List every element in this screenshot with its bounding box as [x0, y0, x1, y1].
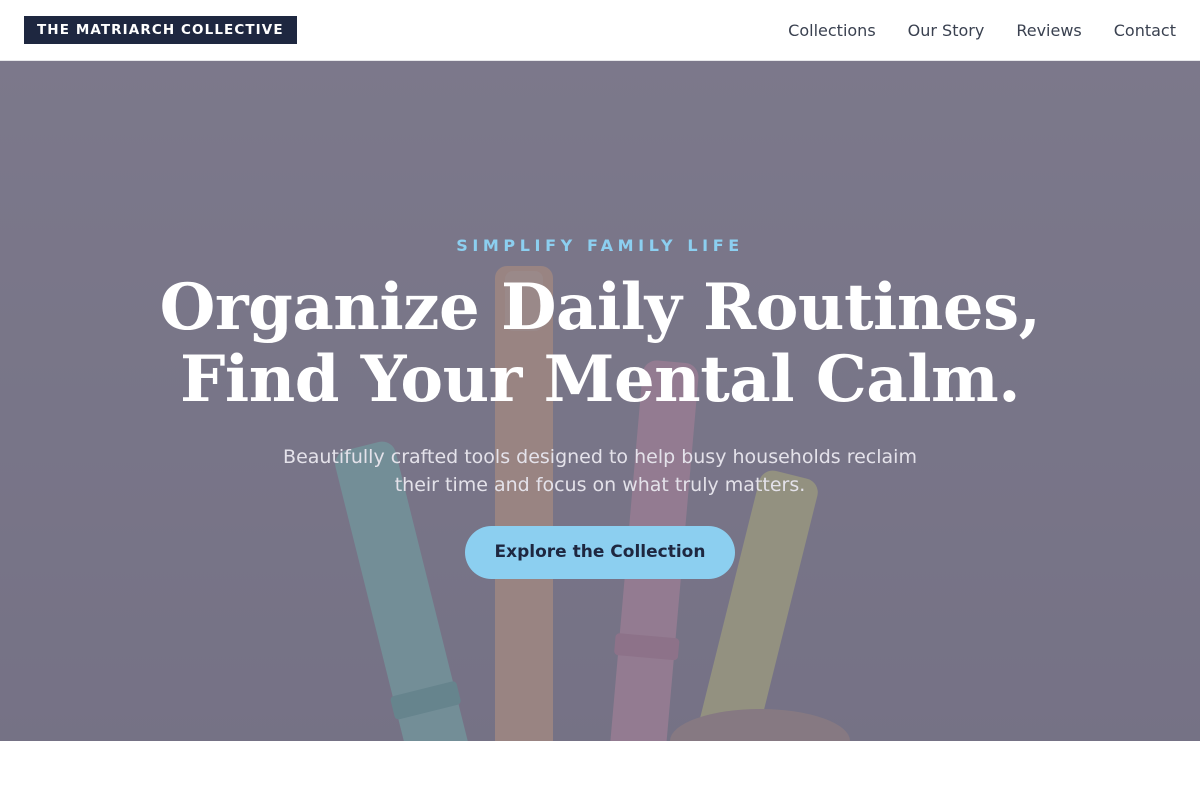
- hero-content: SIMPLIFY FAMILY LIFE Organize Daily Rout…: [0, 61, 1200, 741]
- next-section: [0, 741, 1200, 800]
- explore-collection-button[interactable]: Explore the Collection: [465, 526, 735, 579]
- hero-subtitle: Beautifully crafted tools designed to he…: [270, 443, 930, 499]
- nav-reviews[interactable]: Reviews: [1016, 21, 1081, 40]
- hero-headline: Organize Daily Routines, Find Your Menta…: [0, 272, 1200, 416]
- brand-logo[interactable]: THE MATRIARCH COLLECTIVE: [24, 16, 297, 44]
- nav-our-story[interactable]: Our Story: [908, 21, 985, 40]
- headline-line-1: Organize Daily Routines,: [159, 270, 1041, 345]
- main-nav: Collections Our Story Reviews Contact: [788, 0, 1176, 60]
- site-header: THE MATRIARCH COLLECTIVE Collections Our…: [0, 0, 1200, 61]
- subtitle-line-2: their time and focus on what truly matte…: [394, 474, 806, 496]
- hero-eyebrow: SIMPLIFY FAMILY LIFE: [456, 236, 744, 255]
- subtitle-line-1: Beautifully crafted tools designed to he…: [283, 446, 917, 468]
- hero-section: SIMPLIFY FAMILY LIFE Organize Daily Rout…: [0, 61, 1200, 741]
- headline-line-2: Find Your Mental Calm.: [179, 342, 1021, 417]
- nav-contact[interactable]: Contact: [1114, 21, 1176, 40]
- nav-collections[interactable]: Collections: [788, 21, 875, 40]
